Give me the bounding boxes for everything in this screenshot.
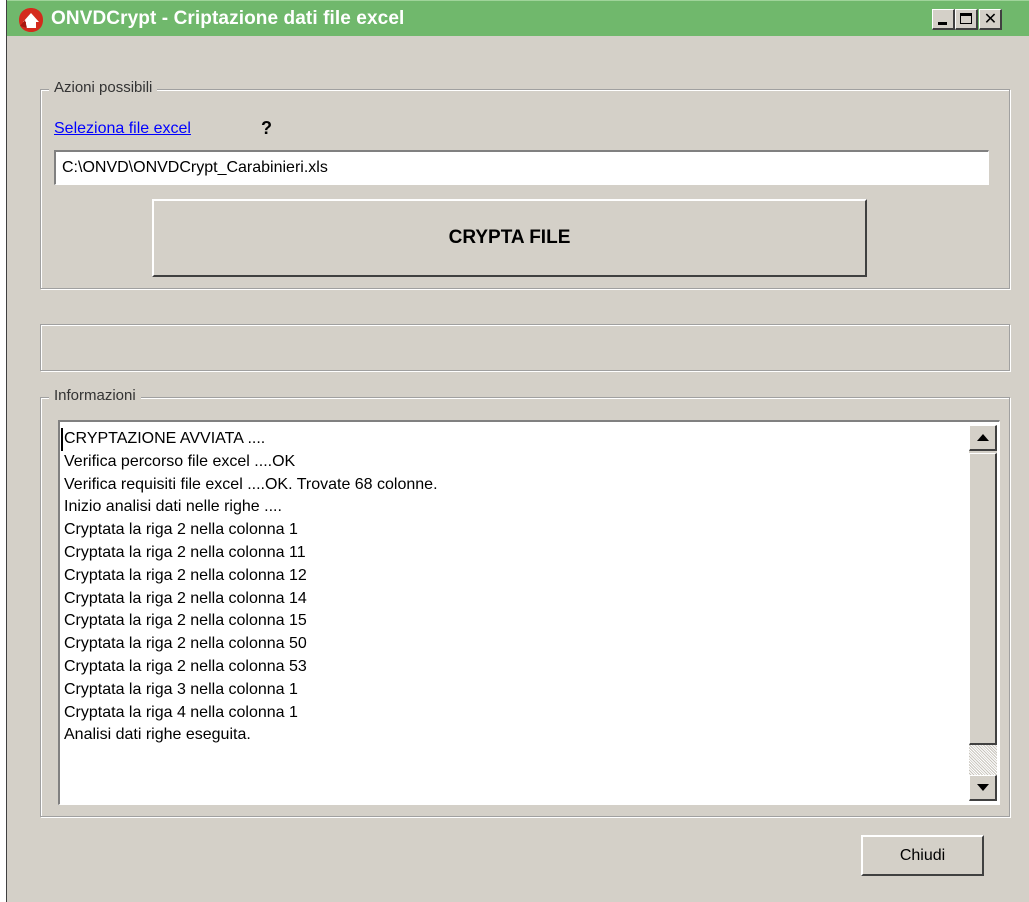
log-line: Inizio analisi dati nelle righe .... (64, 498, 282, 516)
log-line: Cryptata la riga 2 nella colonna 15 (64, 612, 307, 630)
maximize-icon (960, 13, 972, 24)
log-line: Analisi dati righe eseguita. (64, 726, 251, 744)
close-button[interactable]: Chiudi (861, 835, 984, 876)
log-textarea[interactable]: CRYPTAZIONE AVVIATA .... Verifica percors… (58, 420, 1000, 805)
scroll-track[interactable] (969, 745, 997, 775)
file-path-input[interactable] (54, 150, 989, 185)
arrow-up-icon (977, 434, 989, 441)
info-group-legend: Informazioni (49, 387, 141, 404)
minimize-icon (938, 22, 947, 25)
log-line: Cryptata la riga 2 nella colonna 14 (64, 589, 307, 607)
crypt-file-button[interactable]: CRYPTA FILE (152, 199, 867, 277)
minimize-button[interactable] (932, 9, 955, 30)
help-button[interactable]: ? (261, 118, 272, 139)
app-icon (19, 8, 43, 32)
log-line: Cryptata la riga 3 nella colonna 1 (64, 680, 298, 698)
log-line: Cryptata la riga 2 nella colonna 53 (64, 657, 307, 675)
log-scrollbar[interactable] (969, 425, 997, 801)
scroll-up-button[interactable] (969, 425, 997, 451)
app-window: ONVDCrypt - Criptazione dati file excel … (6, 0, 1029, 902)
log-line: Cryptata la riga 4 nella colonna 1 (64, 703, 298, 721)
close-icon: ✕ (983, 9, 998, 28)
arrow-down-icon (977, 784, 989, 791)
actions-group-legend: Azioni possibili (49, 79, 158, 96)
log-line: Cryptata la riga 2 nella colonna 12 (64, 566, 307, 584)
log-line: Cryptata la riga 2 nella colonna 50 (64, 635, 307, 653)
log-line: Cryptata la riga 2 nella colonna 1 (64, 521, 298, 539)
maximize-button[interactable] (955, 9, 978, 30)
log-line: Cryptata la riga 2 nella colonna 11 (64, 543, 306, 561)
log-line: Verifica percorso file excel ....OK (64, 452, 296, 470)
log-line: CRYPTAZIONE AVVIATA .... (61, 428, 964, 451)
scroll-down-button[interactable] (969, 775, 997, 801)
scroll-thumb[interactable] (969, 453, 997, 745)
select-excel-file-link[interactable]: Seleziona file excel (54, 120, 191, 138)
log-lines: CRYPTAZIONE AVVIATA .... Verifica percors… (61, 428, 964, 747)
log-line: Verifica requisiti file excel ....OK. Tr… (64, 475, 438, 493)
progress-bar (40, 324, 1010, 371)
window-title: ONVDCrypt - Criptazione dati file excel (51, 8, 405, 29)
title-bar[interactable]: ONVDCrypt - Criptazione dati file excel … (7, 0, 1029, 36)
close-window-button[interactable]: ✕ (979, 9, 1002, 30)
